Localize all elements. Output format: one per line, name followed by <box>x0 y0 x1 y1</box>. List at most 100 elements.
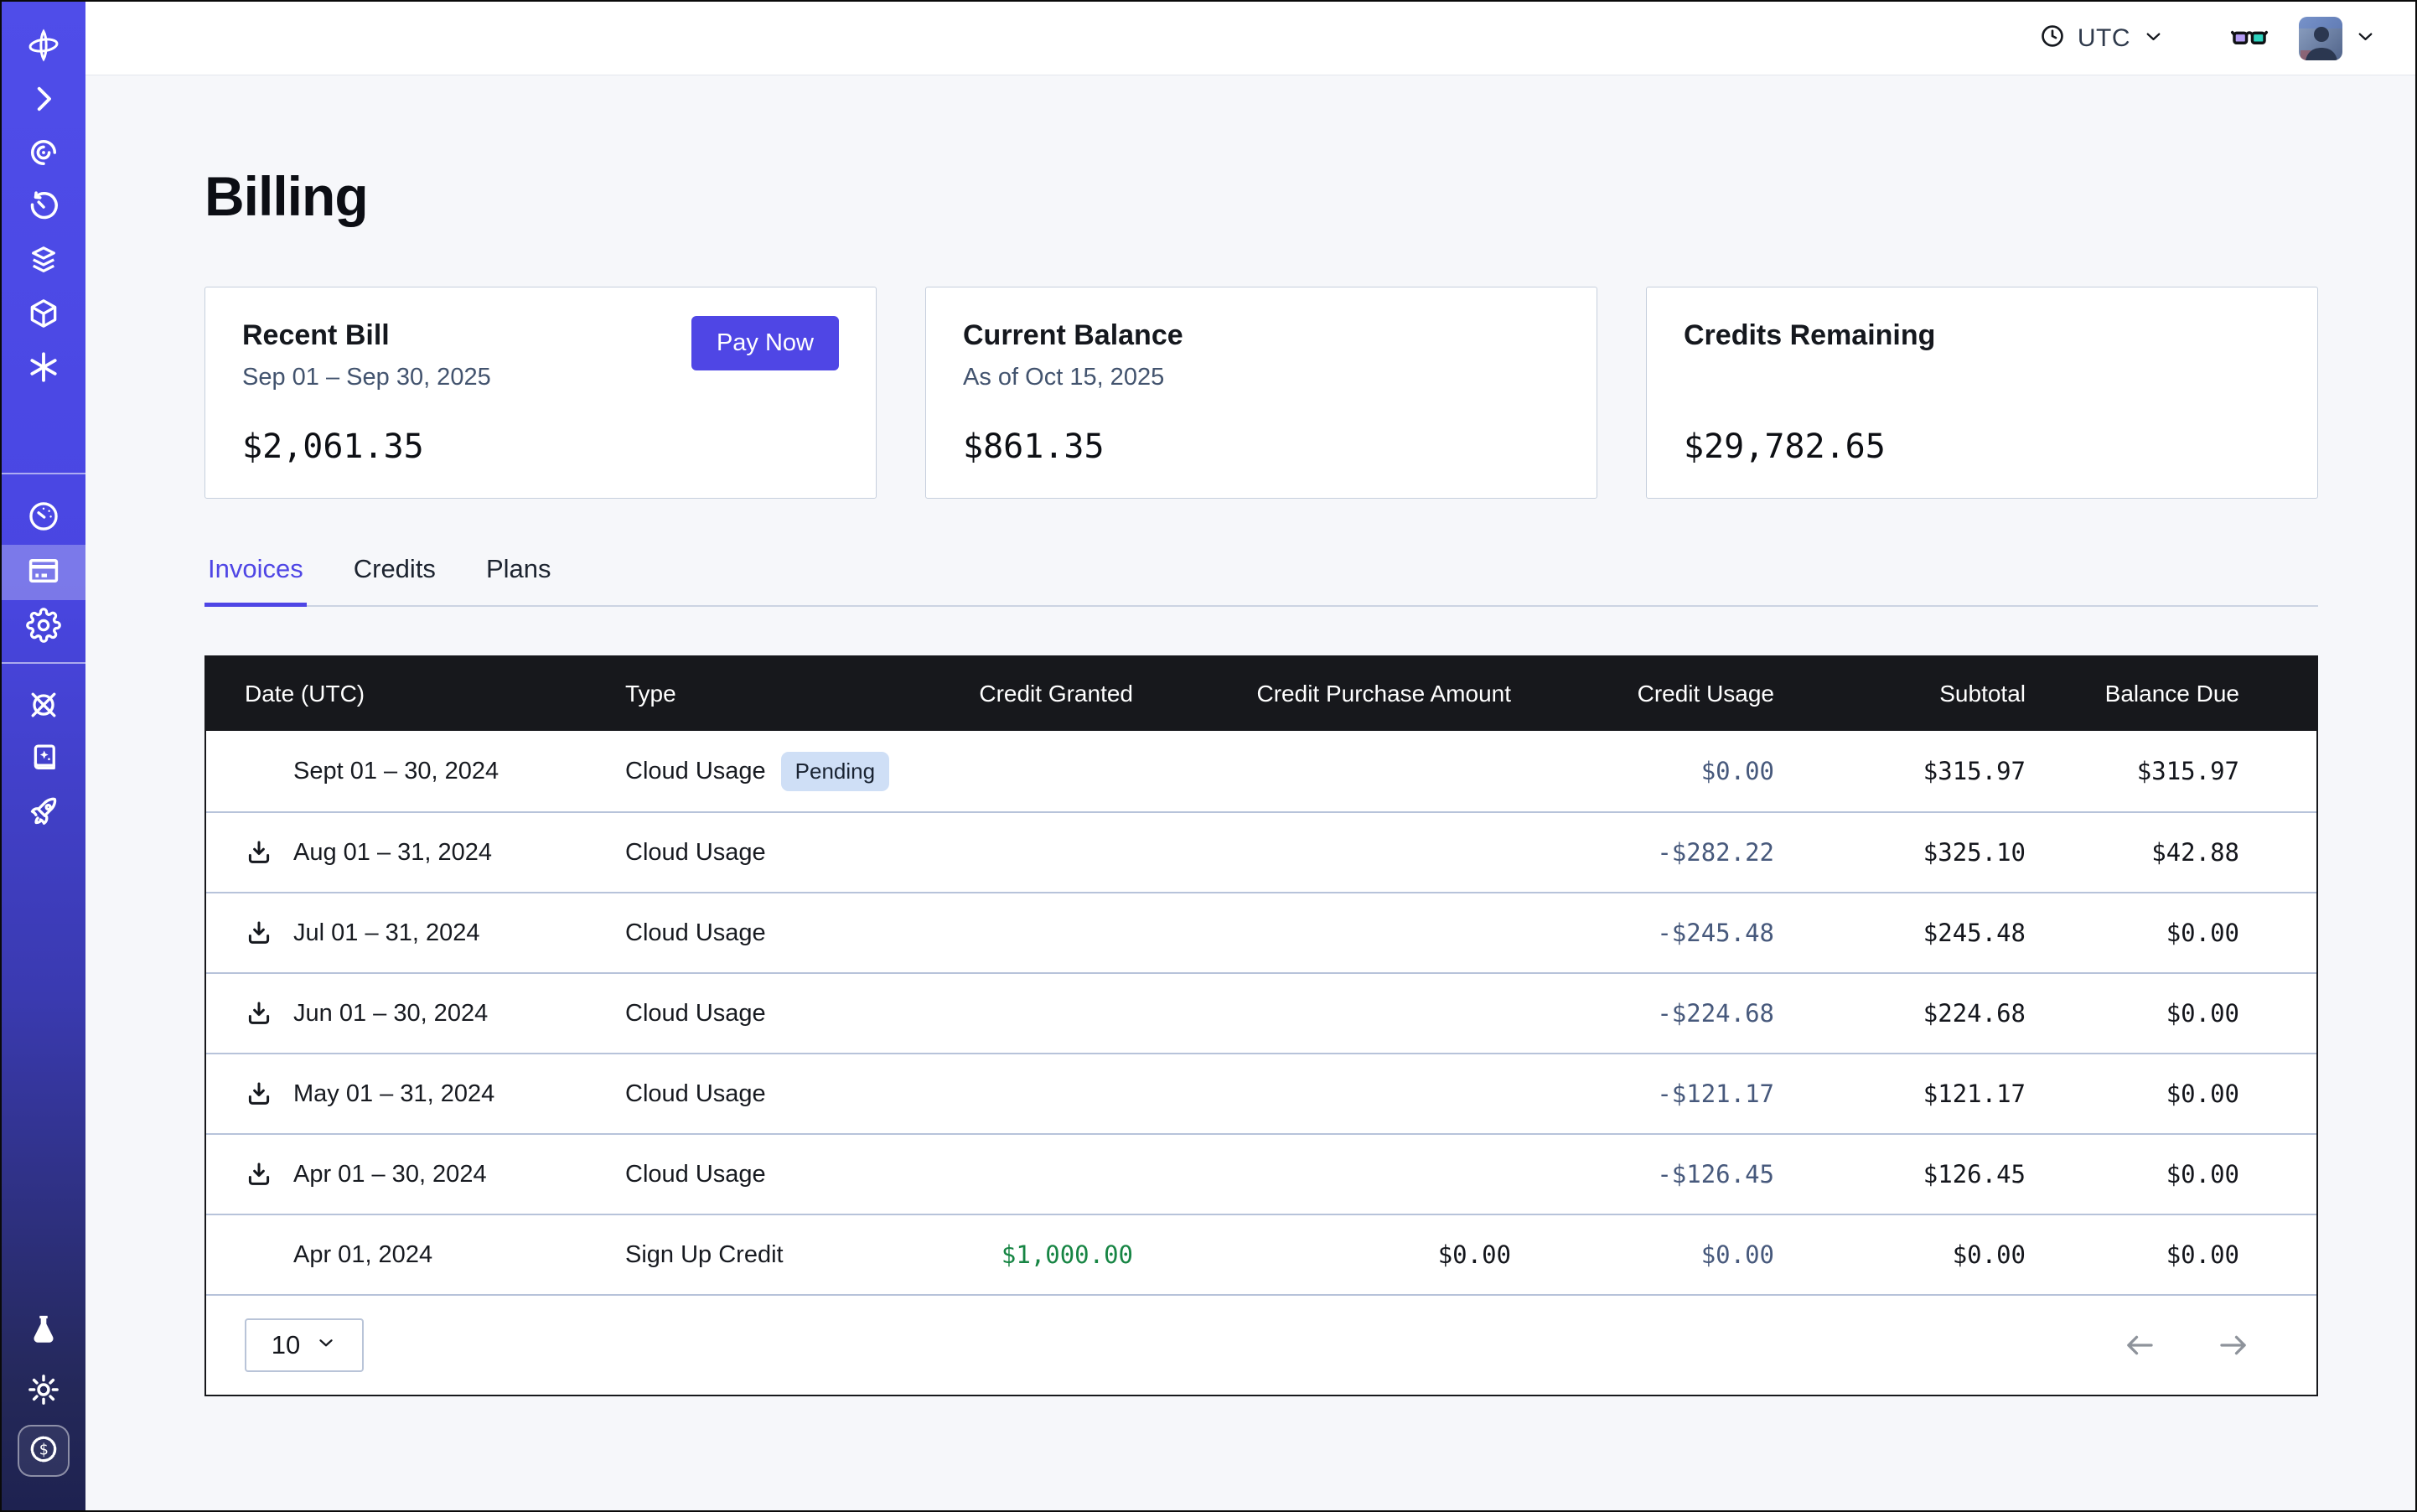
cell-credit-usage: -$245.48 <box>1511 919 1774 947</box>
layers-icon <box>26 242 61 282</box>
type-cell: Cloud Usage <box>625 839 927 867</box>
row-type-text: Cloud Usage <box>625 1080 766 1108</box>
cell-credit-usage: -$121.17 <box>1511 1080 1774 1108</box>
billing-card-icon <box>26 553 61 593</box>
type-cell: Sign Up Credit <box>625 1241 927 1269</box>
pay-now-button[interactable]: Pay Now <box>691 316 839 370</box>
page-size-value: 10 <box>272 1330 300 1360</box>
chevron-down-icon <box>2142 25 2165 52</box>
download-icon <box>245 1080 273 1108</box>
card-title: Recent Bill <box>242 319 491 352</box>
download-button[interactable] <box>245 1080 273 1108</box>
asterisk-icon <box>26 350 61 389</box>
account-menu[interactable] <box>2299 17 2377 60</box>
sidebar-item-usage[interactable] <box>2 491 85 545</box>
page-size-select[interactable]: 10 <box>245 1318 364 1372</box>
cell-balance-due: $0.00 <box>2026 919 2320 947</box>
previous-page-button[interactable] <box>2122 1328 2157 1363</box>
cell-credit-usage: -$282.22 <box>1511 838 1774 867</box>
type-cell: Cloud Usage <box>625 919 927 947</box>
sidebar-item-labs[interactable] <box>2 1304 85 1358</box>
table-row: Jun 01 – 30, 2024 Cloud Usage -$224.68 $… <box>206 972 2316 1053</box>
sidebar-item-support[interactable] <box>2 680 85 733</box>
invoices-table: Date (UTC) Type Credit Granted Credit Pu… <box>204 655 2318 1396</box>
download-button[interactable] <box>245 999 273 1028</box>
date-cell: Jul 01 – 31, 2024 <box>206 919 625 947</box>
rocket-icon <box>26 795 61 834</box>
logo-icon <box>26 28 61 67</box>
date-cell: Sept 01 – 30, 2024 <box>206 757 625 785</box>
sidebar-item-models[interactable] <box>2 342 85 396</box>
flask-icon <box>26 1312 61 1351</box>
chevron-right-icon <box>26 81 61 121</box>
current-balance-card: Current Balance As of Oct 15, 2025 $861.… <box>925 287 1597 499</box>
credits-remaining-card: Credits Remaining $29,782.65 <box>1646 287 2318 499</box>
cell-credit-usage: $0.00 <box>1511 757 1774 785</box>
table-body: Sept 01 – 30, 2024 Cloud Usage Pending $… <box>206 731 2316 1294</box>
cell-subtotal: $0.00 <box>1774 1240 2026 1269</box>
row-type-text: Sign Up Credit <box>625 1241 784 1269</box>
cell-credit-granted: $1,000.00 <box>927 1240 1133 1269</box>
cell-subtotal: $315.97 <box>1774 757 2026 785</box>
current-balance-amount: $861.35 <box>963 427 1560 466</box>
column-header-credit-usage: Credit Usage <box>1511 681 1774 707</box>
sidebar-item-billing[interactable] <box>2 545 85 600</box>
gear-icon <box>26 608 61 647</box>
sidebar-item-expand[interactable] <box>2 74 85 127</box>
summary-cards: Recent Bill Sep 01 – Sep 30, 2025 Pay No… <box>204 287 2318 499</box>
helm-icon <box>26 687 61 727</box>
history-icon <box>26 189 61 228</box>
page-title: Billing <box>204 164 2318 228</box>
download-icon <box>245 838 273 867</box>
table-row: May 01 – 31, 2024 Cloud Usage -$121.17 $… <box>206 1053 2316 1133</box>
sidebar: $ <box>2 2 85 1510</box>
row-type-text: Cloud Usage <box>625 839 766 867</box>
spiral-icon <box>26 135 61 174</box>
cube-icon <box>26 296 61 335</box>
next-page-button[interactable] <box>2216 1328 2251 1363</box>
sidebar-item-theme[interactable] <box>2 1364 85 1418</box>
download-button[interactable] <box>245 919 273 947</box>
cell-balance-due: $0.00 <box>2026 1080 2320 1108</box>
download-button[interactable] <box>245 838 273 867</box>
cell-subtotal: $325.10 <box>1774 838 2026 867</box>
sidebar-item-history[interactable] <box>2 181 85 235</box>
gauge-icon <box>26 499 61 538</box>
column-header-balance-due: Balance Due <box>2026 681 2320 707</box>
recent-bill-card: Recent Bill Sep 01 – Sep 30, 2025 Pay No… <box>204 287 877 499</box>
sidebar-item-observe[interactable] <box>2 127 85 181</box>
column-header-credit-granted: Credit Granted <box>927 681 1133 707</box>
tab-credits[interactable]: Credits <box>350 554 439 607</box>
table-footer: 10 <box>206 1294 2316 1395</box>
tab-invoices[interactable]: Invoices <box>204 554 307 607</box>
sidebar-item-settings[interactable] <box>2 600 85 654</box>
svg-text:$: $ <box>39 1441 48 1458</box>
sidebar-item-launch[interactable] <box>2 787 85 841</box>
date-cell: Aug 01 – 31, 2024 <box>206 838 625 867</box>
cell-balance-due: $315.97 <box>2026 757 2320 785</box>
row-type-text: Cloud Usage <box>625 1000 766 1028</box>
row-type-text: Cloud Usage <box>625 1161 766 1188</box>
cell-subtotal: $121.17 <box>1774 1080 2026 1108</box>
chevron-down-icon <box>2354 25 2377 52</box>
credits-button[interactable]: $ <box>18 1425 70 1477</box>
sidebar-divider <box>2 662 85 664</box>
type-cell: Cloud Usage Pending <box>625 752 927 791</box>
sidebar-item-compute[interactable] <box>2 288 85 342</box>
card-title: Current Balance <box>963 319 1560 352</box>
table-row: Apr 01, 2024 Sign Up Credit $1,000.00 $0… <box>206 1214 2316 1294</box>
download-button[interactable] <box>245 1160 273 1188</box>
cell-credit-usage: -$224.68 <box>1511 999 1774 1028</box>
cell-balance-due: $42.88 <box>2026 838 2320 867</box>
date-cell: Jun 01 – 30, 2024 <box>206 999 625 1028</box>
row-type-text: Cloud Usage <box>625 919 766 947</box>
main-column: UTC <box>85 2 2415 1510</box>
billing-page: Billing Recent Bill Sep 01 – Sep 30, 202… <box>85 75 2415 1510</box>
sidebar-item-home[interactable] <box>2 20 85 74</box>
sidebar-item-docs[interactable] <box>2 733 85 787</box>
sidebar-item-layers[interactable] <box>2 235 85 288</box>
tab-plans[interactable]: Plans <box>483 554 555 607</box>
timezone-selector[interactable]: UTC <box>2039 23 2165 54</box>
reader-mode-button[interactable] <box>2230 18 2269 59</box>
chevron-down-icon <box>315 1330 337 1360</box>
